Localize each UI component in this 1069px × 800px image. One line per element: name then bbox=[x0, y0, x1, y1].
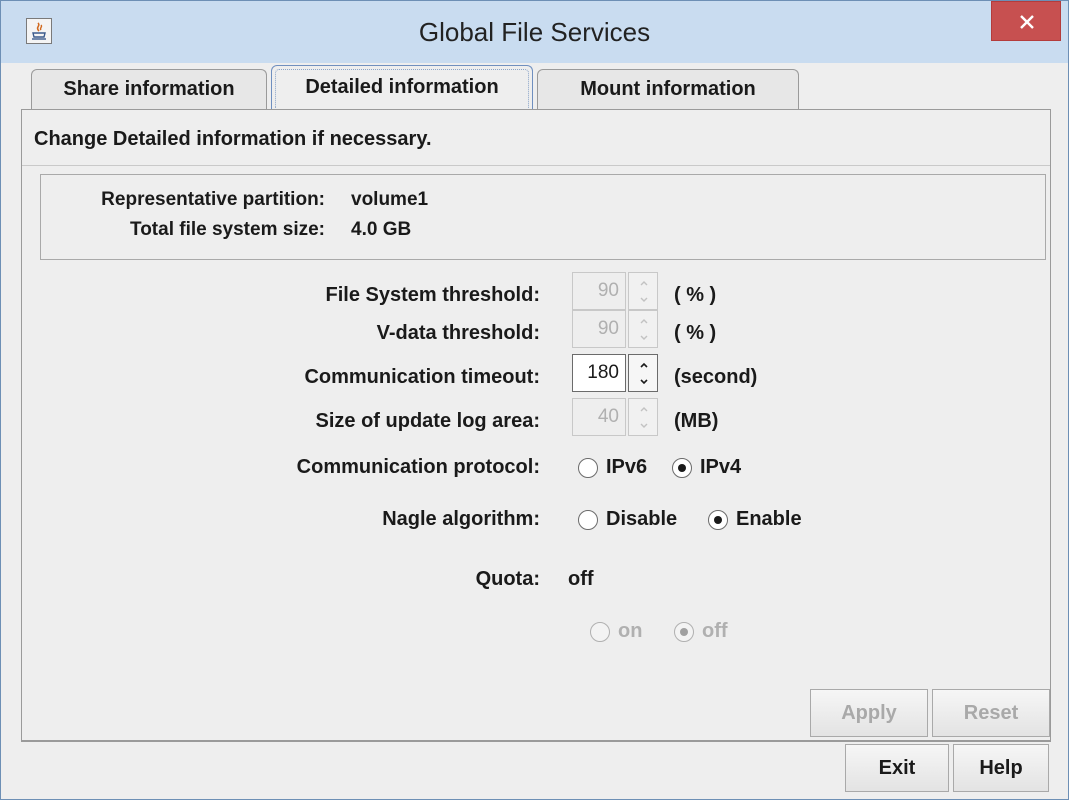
radio-unselected-icon[interactable] bbox=[578, 458, 598, 478]
vdata-threshold-input[interactable]: 90 bbox=[572, 310, 626, 348]
vdata-threshold-label: V-data threshold: bbox=[376, 322, 540, 344]
chevron-up-icon[interactable] bbox=[638, 405, 650, 413]
radio-selected-icon[interactable] bbox=[708, 510, 728, 530]
help-button[interactable]: Help bbox=[953, 744, 1049, 792]
radio-unselected-icon[interactable] bbox=[578, 510, 598, 530]
nagle-enable-radio[interactable]: Enable bbox=[708, 508, 828, 532]
fs-threshold-input[interactable]: 90 bbox=[572, 272, 626, 310]
dialog-window: Global File Services Share information D… bbox=[0, 0, 1069, 800]
chevron-down-icon[interactable] bbox=[638, 422, 650, 430]
fs-threshold-unit: ( % ) bbox=[674, 284, 717, 306]
reset-button[interactable]: Reset bbox=[932, 689, 1050, 737]
partition-info-box: Representative partition: volume1 Total … bbox=[40, 174, 1046, 260]
update-log-size-input[interactable]: 40 bbox=[572, 398, 626, 436]
nagle-disable-radio[interactable]: Disable bbox=[578, 508, 702, 532]
vdata-threshold-stepper[interactable] bbox=[628, 310, 658, 348]
update-log-size-unit: (MB) bbox=[674, 410, 719, 432]
chevron-up-icon[interactable] bbox=[638, 361, 650, 369]
chevron-down-icon[interactable] bbox=[638, 296, 650, 304]
comm-timeout-input[interactable]: 180 bbox=[572, 354, 626, 392]
apply-reset-bar: Apply Reset bbox=[21, 687, 1051, 741]
comm-timeout-spinner[interactable]: 180 bbox=[572, 354, 658, 392]
representative-partition-value: volume1 bbox=[351, 189, 429, 210]
close-button[interactable] bbox=[991, 1, 1061, 41]
nagle-disable-label: Disable bbox=[606, 508, 678, 530]
tab-detailed-information[interactable]: Detailed information bbox=[271, 65, 533, 111]
nagle-enable-label: Enable bbox=[736, 508, 802, 530]
update-log-size-spinner[interactable]: 40 bbox=[572, 398, 658, 436]
chevron-down-icon[interactable] bbox=[638, 378, 650, 386]
quota-value: off bbox=[568, 568, 594, 590]
panel-heading: Change Detailed information if necessary… bbox=[34, 128, 432, 150]
fs-threshold-stepper[interactable] bbox=[628, 272, 658, 310]
radio-selected-icon[interactable] bbox=[674, 622, 694, 642]
protocol-ipv6-radio[interactable]: IPv6 bbox=[578, 456, 668, 480]
radio-unselected-icon[interactable] bbox=[590, 622, 610, 642]
quota-on-label: on bbox=[618, 620, 643, 642]
total-size-value: 4.0 GB bbox=[351, 219, 412, 240]
fs-threshold-spinner[interactable]: 90 bbox=[572, 272, 658, 310]
vdata-threshold-spinner[interactable]: 90 bbox=[572, 310, 658, 348]
protocol-ipv4-label: IPv4 bbox=[700, 456, 742, 478]
detailed-information-panel: Change Detailed information if necessary… bbox=[21, 109, 1051, 689]
quota-off-label: off bbox=[702, 620, 728, 642]
protocol-label: Communication protocol: bbox=[296, 456, 540, 478]
quota-label: Quota: bbox=[475, 568, 540, 590]
update-log-size-stepper[interactable] bbox=[628, 398, 658, 436]
heading-divider bbox=[22, 165, 1050, 166]
radio-selected-icon[interactable] bbox=[672, 458, 692, 478]
exit-button[interactable]: Exit bbox=[845, 744, 949, 792]
apply-button[interactable]: Apply bbox=[810, 689, 928, 737]
representative-partition-label: Representative partition: bbox=[101, 189, 325, 210]
window-title: Global File Services bbox=[418, 17, 651, 47]
comm-timeout-label: Communication timeout: bbox=[304, 366, 540, 388]
close-icon bbox=[1020, 15, 1034, 29]
tab-share-information[interactable]: Share information bbox=[31, 69, 267, 109]
exit-help-bar: Exit Help bbox=[21, 742, 1051, 792]
comm-timeout-unit: (second) bbox=[674, 366, 758, 388]
protocol-ipv6-label: IPv6 bbox=[606, 456, 648, 478]
comm-timeout-stepper[interactable] bbox=[628, 354, 658, 392]
total-size-label: Total file system size: bbox=[130, 219, 325, 240]
vdata-threshold-unit: ( % ) bbox=[674, 322, 717, 344]
fs-threshold-label: File System threshold: bbox=[325, 284, 541, 306]
chevron-down-icon[interactable] bbox=[638, 334, 650, 342]
chevron-up-icon[interactable] bbox=[638, 279, 650, 287]
quota-on-radio[interactable]: on bbox=[590, 620, 660, 644]
update-log-size-label: Size of update log area: bbox=[315, 410, 540, 432]
quota-off-radio[interactable]: off bbox=[674, 620, 744, 644]
chevron-up-icon[interactable] bbox=[638, 317, 650, 325]
tab-mount-information[interactable]: Mount information bbox=[537, 69, 799, 109]
protocol-ipv4-radio[interactable]: IPv4 bbox=[672, 456, 762, 480]
nagle-label: Nagle algorithm: bbox=[382, 508, 540, 530]
title-bar[interactable]: Global File Services bbox=[1, 1, 1068, 63]
